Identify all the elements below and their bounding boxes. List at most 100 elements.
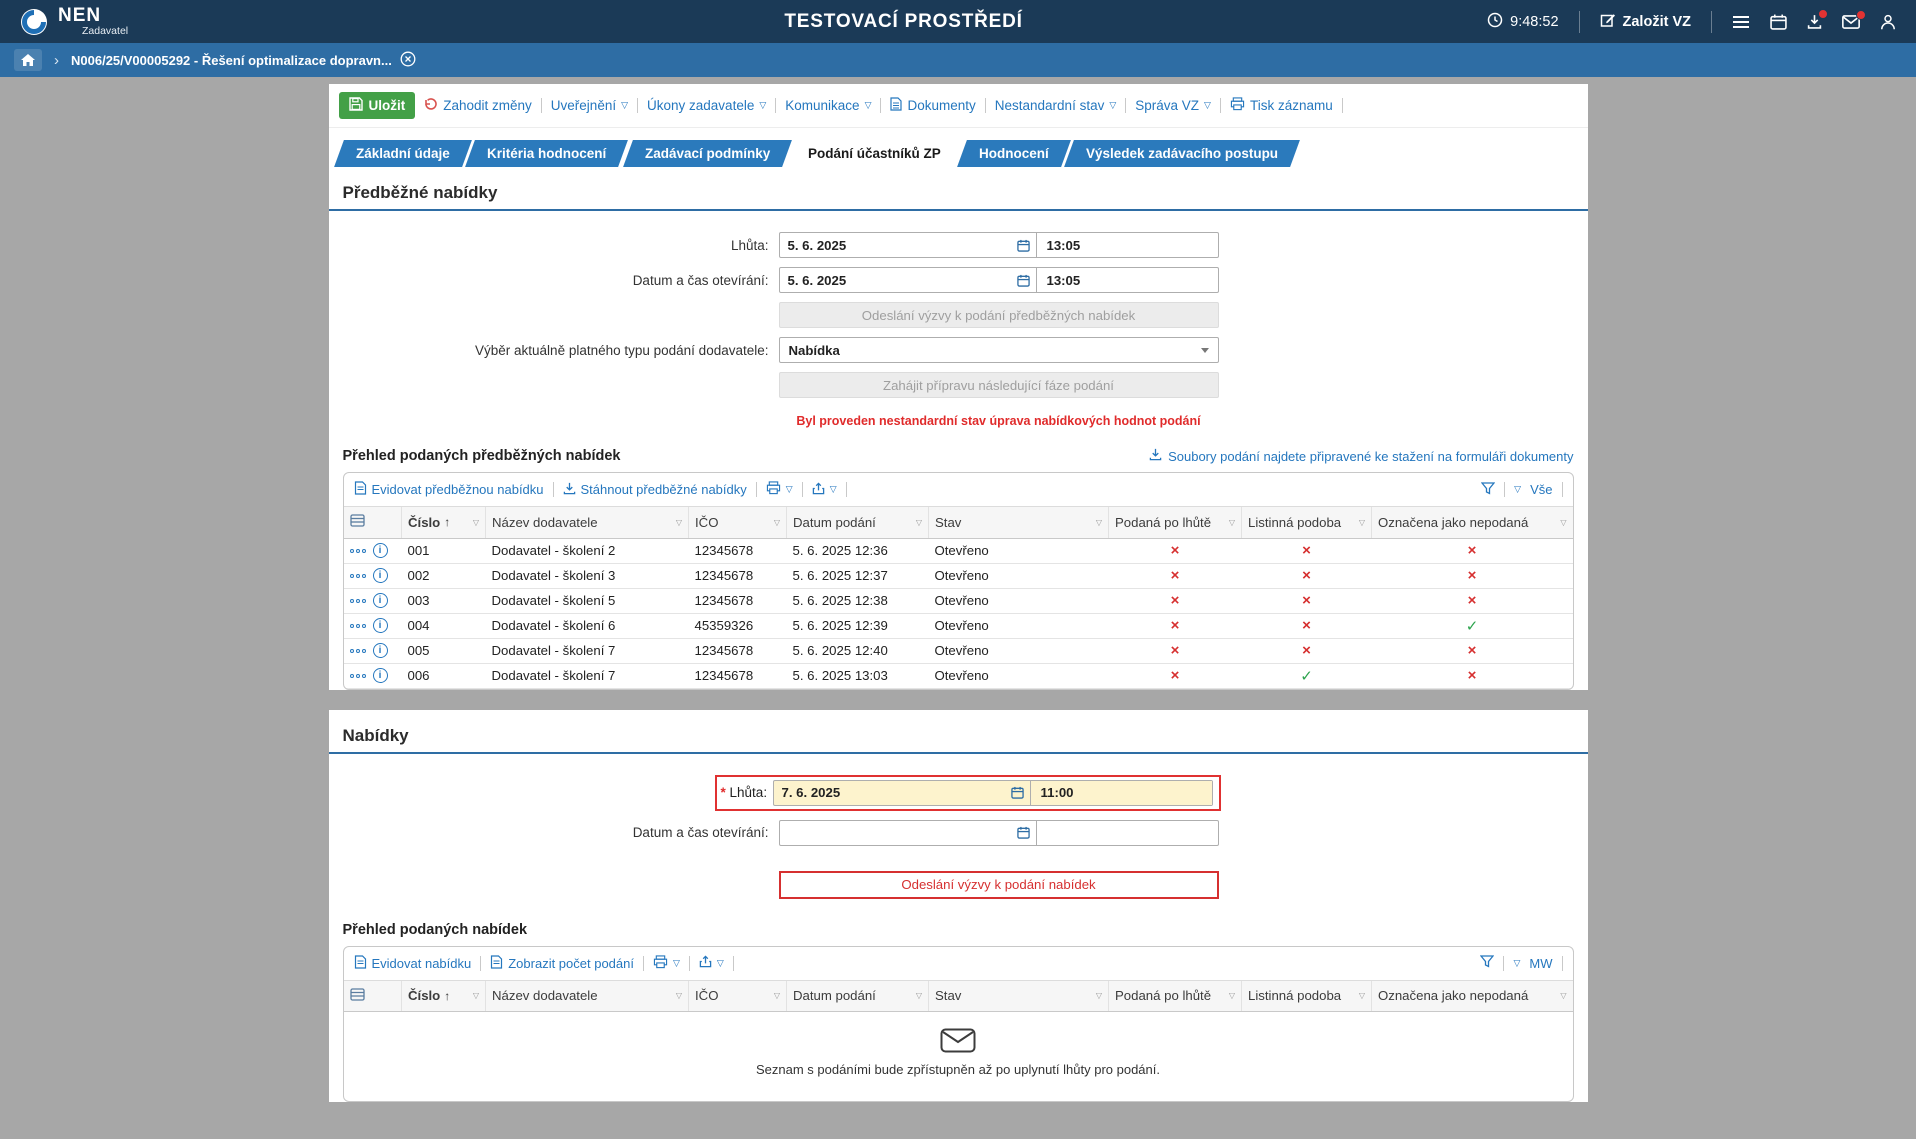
info-icon[interactable]: i: [372, 568, 388, 583]
table-row[interactable]: i 006 Dodavatel - školení 7 12345678 5. …: [343, 663, 1573, 689]
header-cislo[interactable]: Číslo ↑ ▽: [401, 980, 486, 1012]
download-pre-offers-button[interactable]: Stáhnout předběžné nabídky: [563, 482, 747, 498]
row-menu-icon[interactable]: [349, 573, 366, 578]
saved-filter-value[interactable]: MW: [1529, 956, 1552, 971]
breadcrumb-item[interactable]: N006/25/V00005292 - Řešení optimalizace …: [71, 51, 416, 70]
print-grid-button[interactable]: ▽: [653, 954, 680, 972]
deadline-datetime-input[interactable]: 5. 6. 2025 13:05: [778, 232, 1219, 258]
opening-time-value[interactable]: 13:05: [1035, 268, 1218, 292]
nonstandard-state-menu-button[interactable]: Nestandardní stav ▽: [995, 98, 1116, 113]
header-listinna[interactable]: Listinná podoba ▽: [1241, 980, 1372, 1012]
info-icon[interactable]: i: [372, 618, 388, 633]
header-listinna[interactable]: Listinná podoba ▽: [1241, 507, 1372, 539]
downloads-icon[interactable]: [1807, 9, 1828, 29]
contracting-actions-menu-button[interactable]: Úkony zadavatele ▽: [647, 98, 766, 113]
filter-caret-icon[interactable]: ▽: [916, 991, 922, 1000]
send-call-offers-button[interactable]: Odeslání výzvy k podání nabídek: [778, 870, 1219, 899]
mail-icon[interactable]: [1842, 9, 1866, 29]
print-record-button[interactable]: Tisk záznamu: [1230, 97, 1333, 114]
header-datum[interactable]: Datum podání ▽: [786, 980, 929, 1012]
deadline-time-value[interactable]: 13:05: [1035, 233, 1218, 257]
offers-opening-datetime-input[interactable]: [778, 819, 1219, 846]
column-settings-header[interactable]: [343, 980, 402, 1012]
tab[interactable]: Základní údaje: [333, 140, 472, 167]
filter-caret-icon[interactable]: ▽: [473, 991, 479, 1000]
tab[interactable]: Zadávací podmínky: [622, 140, 792, 167]
filter-caret-icon[interactable]: ▽: [1229, 991, 1235, 1000]
header-ico[interactable]: IČO ▽: [688, 980, 787, 1012]
filter-caret-icon[interactable]: ▽: [1359, 518, 1365, 527]
submission-type-select[interactable]: Nabídka: [778, 337, 1219, 363]
tab[interactable]: Výsledek zadávacího postupu: [1064, 140, 1301, 167]
filter-caret-icon[interactable]: ▽: [774, 991, 780, 1000]
table-row[interactable]: i 003 Dodavatel - školení 5 12345678 5. …: [343, 588, 1573, 614]
calendar-icon[interactable]: [1770, 14, 1787, 30]
filter-icon[interactable]: [1480, 481, 1496, 498]
info-icon[interactable]: i: [372, 643, 388, 658]
info-icon[interactable]: i: [372, 668, 388, 683]
calendar-picker-icon[interactable]: [1012, 239, 1036, 252]
header-nepodana[interactable]: Označena jako nepodaná ▽: [1371, 980, 1573, 1012]
header-po-lhute[interactable]: Podaná po lhůtě ▽: [1108, 980, 1242, 1012]
header-po-lhute[interactable]: Podaná po lhůtě ▽: [1108, 507, 1242, 539]
offers-deadline-datetime-input[interactable]: 7. 6. 2025 11:00: [772, 779, 1213, 806]
table-row[interactable]: i 005 Dodavatel - školení 7 12345678 5. …: [343, 638, 1573, 664]
header-stav[interactable]: Stav ▽: [928, 507, 1109, 539]
table-row[interactable]: i 001 Dodavatel - školení 2 12345678 5. …: [343, 538, 1573, 564]
filter-caret-icon[interactable]: ▽: [676, 518, 682, 527]
offers-opening-time-value[interactable]: [1035, 820, 1218, 845]
info-icon[interactable]: i: [372, 593, 388, 608]
save-button[interactable]: Uložit: [338, 92, 416, 119]
header-cislo[interactable]: Číslo ↑ ▽: [401, 507, 486, 539]
submission-files-link[interactable]: Soubory podání najdete připravené ke sta…: [1149, 448, 1574, 464]
row-menu-icon[interactable]: [349, 673, 366, 678]
row-menu-icon[interactable]: [349, 548, 366, 553]
info-icon[interactable]: i: [372, 543, 388, 558]
export-grid-button[interactable]: ▽: [812, 481, 837, 498]
tab[interactable]: Hodnocení: [956, 140, 1071, 167]
table-row[interactable]: i 004 Dodavatel - školení 6 45359326 5. …: [343, 613, 1573, 639]
send-call-pre-offers-button[interactable]: Odeslání výzvy k podání předběžných nabí…: [778, 302, 1219, 328]
row-menu-icon[interactable]: [349, 598, 366, 603]
home-icon[interactable]: [14, 49, 42, 71]
offers-deadline-time-value[interactable]: 11:00: [1029, 780, 1212, 805]
saved-filter-value[interactable]: Vše: [1530, 482, 1552, 497]
calendar-picker-icon[interactable]: [1012, 826, 1036, 839]
close-tab-icon[interactable]: [400, 51, 416, 70]
show-submission-count-button[interactable]: Zobrazit počet podání: [490, 954, 634, 972]
deadline-date-value[interactable]: 5. 6. 2025: [780, 238, 1012, 253]
opening-datetime-input[interactable]: 5. 6. 2025 13:05: [778, 267, 1219, 293]
filter-caret-icon[interactable]: ▽: [1560, 518, 1566, 527]
row-menu-icon[interactable]: [349, 623, 366, 628]
filter-caret-icon[interactable]: ▽: [1359, 991, 1365, 1000]
header-stav[interactable]: Stav ▽: [928, 980, 1109, 1012]
column-settings-header[interactable]: [343, 507, 402, 539]
register-offer-button[interactable]: Evidovat nabídku: [354, 954, 471, 972]
filter-caret-icon[interactable]: ▽: [676, 991, 682, 1000]
discard-changes-button[interactable]: Zahodit změny: [424, 97, 532, 114]
header-nazev[interactable]: Název dodavatele ▽: [485, 507, 689, 539]
register-pre-offer-button[interactable]: Evidovat předběžnou nabídku: [354, 481, 544, 498]
calendar-picker-icon[interactable]: [1012, 274, 1036, 287]
header-nepodana[interactable]: Označena jako nepodaná ▽: [1371, 507, 1573, 539]
calendar-picker-icon[interactable]: [1006, 786, 1030, 799]
user-profile-icon[interactable]: [1880, 14, 1896, 30]
row-menu-icon[interactable]: [349, 648, 366, 653]
create-vz-button[interactable]: Založit VZ: [1600, 12, 1691, 32]
header-ico[interactable]: IČO ▽: [688, 507, 787, 539]
filter-caret-icon[interactable]: ▽: [774, 518, 780, 527]
filter-caret-icon[interactable]: ▽: [1560, 991, 1566, 1000]
vz-admin-menu-button[interactable]: Správa VZ ▽: [1135, 98, 1211, 113]
export-grid-button[interactable]: ▽: [699, 955, 724, 971]
table-row[interactable]: i 002 Dodavatel - školení 3 12345678 5. …: [343, 563, 1573, 589]
communication-menu-button[interactable]: Komunikace ▽: [785, 98, 871, 113]
opening-date-value[interactable]: 5. 6. 2025: [780, 273, 1012, 288]
header-nazev[interactable]: Název dodavatele ▽: [485, 980, 689, 1012]
filter-caret-icon[interactable]: ▽: [916, 518, 922, 527]
start-next-phase-button[interactable]: Zahájit přípravu následující fáze podání: [778, 372, 1219, 398]
menu-icon[interactable]: [1732, 15, 1750, 29]
offers-deadline-date-value[interactable]: 7. 6. 2025: [774, 785, 1006, 800]
filter-icon[interactable]: [1480, 955, 1495, 971]
tab[interactable]: Podání účastníků ZP: [785, 140, 963, 167]
filter-caret-icon[interactable]: ▽: [1229, 518, 1235, 527]
